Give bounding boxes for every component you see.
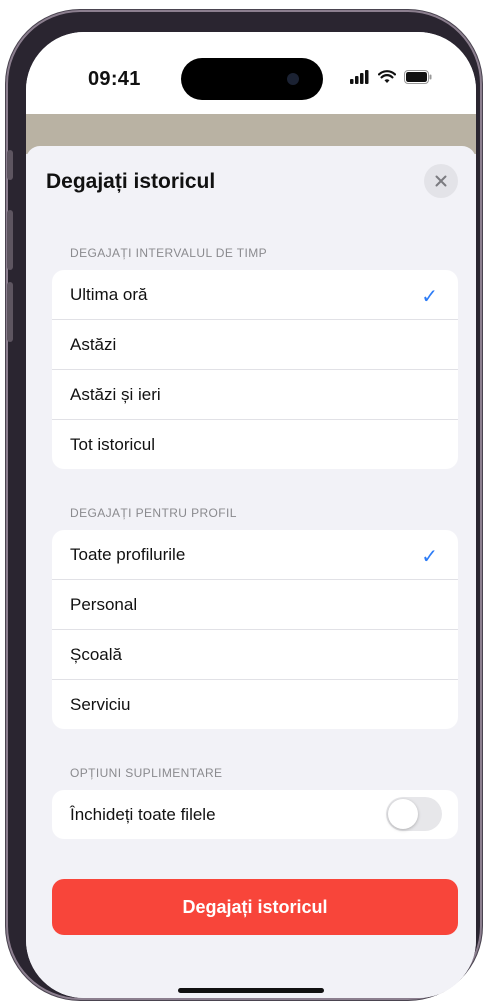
- clear-history-sheet: Degajați istoricul DEGAJAȚI INTERVALUL D…: [26, 146, 476, 998]
- status-icons: [350, 70, 432, 84]
- option-label: Astăzi: [70, 335, 117, 354]
- battery-icon: [404, 70, 432, 84]
- time-range-option[interactable]: Astăzi și ieri: [52, 370, 458, 420]
- option-label: Școală: [70, 645, 122, 664]
- dynamic-island: [181, 58, 323, 100]
- option-label: Personal: [70, 595, 138, 614]
- section-header-time-range: DEGAJAȚI INTERVALUL DE TIMP: [70, 246, 268, 260]
- toggle-knob: [388, 799, 418, 829]
- time-range-group: Ultima oră ✓ Astăzi Astăzi și ieri Tot i…: [52, 270, 458, 469]
- section-header-extra-options: OPȚIUNI SUPLIMENTARE: [70, 766, 223, 780]
- time-range-option[interactable]: Astăzi: [52, 320, 458, 370]
- option-label: Închideți toate filele: [70, 805, 216, 824]
- option-label: Ultima oră: [70, 285, 148, 304]
- screen: 09:41 Degajați istoricul DEGAJAȚI INTERV…: [26, 32, 476, 998]
- volume-up-button: [7, 210, 13, 270]
- volume-down-button: [7, 282, 13, 342]
- status-time: 09:41: [88, 68, 141, 90]
- sheet-title: Degajați istoricul: [46, 170, 216, 193]
- camera-icon: [287, 73, 299, 85]
- profile-group: Toate profilurile ✓ Personal Școală Serv…: [52, 530, 458, 729]
- checkmark-icon: ✓: [421, 286, 438, 308]
- profile-option[interactable]: Școală: [52, 630, 458, 680]
- close-button[interactable]: [424, 164, 458, 198]
- profile-option[interactable]: Serviciu: [52, 680, 458, 729]
- wifi-icon: [378, 70, 396, 83]
- clear-history-button[interactable]: Degajați istoricul: [52, 879, 458, 935]
- checkmark-icon: ✓: [421, 546, 438, 568]
- option-label: Tot istoricul: [70, 435, 156, 454]
- close-all-tabs-toggle[interactable]: [386, 797, 442, 831]
- profile-option[interactable]: Personal: [52, 580, 458, 630]
- profile-option[interactable]: Toate profilurile ✓: [52, 530, 458, 580]
- home-indicator[interactable]: [178, 988, 324, 993]
- time-range-option[interactable]: Ultima oră ✓: [52, 270, 458, 320]
- silent-switch: [7, 150, 13, 180]
- cellular-signal-icon: [350, 70, 369, 84]
- phone-frame: 09:41 Degajați istoricul DEGAJAȚI INTERV…: [6, 10, 482, 1000]
- section-header-profile: DEGAJAȚI PENTRU PROFIL: [70, 506, 237, 520]
- close-icon: [435, 175, 447, 187]
- close-all-tabs-row: Închideți toate filele: [52, 790, 458, 839]
- option-label: Astăzi și ieri: [70, 385, 161, 404]
- option-label: Toate profilurile: [70, 545, 186, 564]
- option-label: Serviciu: [70, 695, 131, 714]
- extra-options-group: Închideți toate filele: [52, 790, 458, 839]
- time-range-option[interactable]: Tot istoricul: [52, 420, 458, 469]
- status-bar: 09:41: [26, 32, 476, 114]
